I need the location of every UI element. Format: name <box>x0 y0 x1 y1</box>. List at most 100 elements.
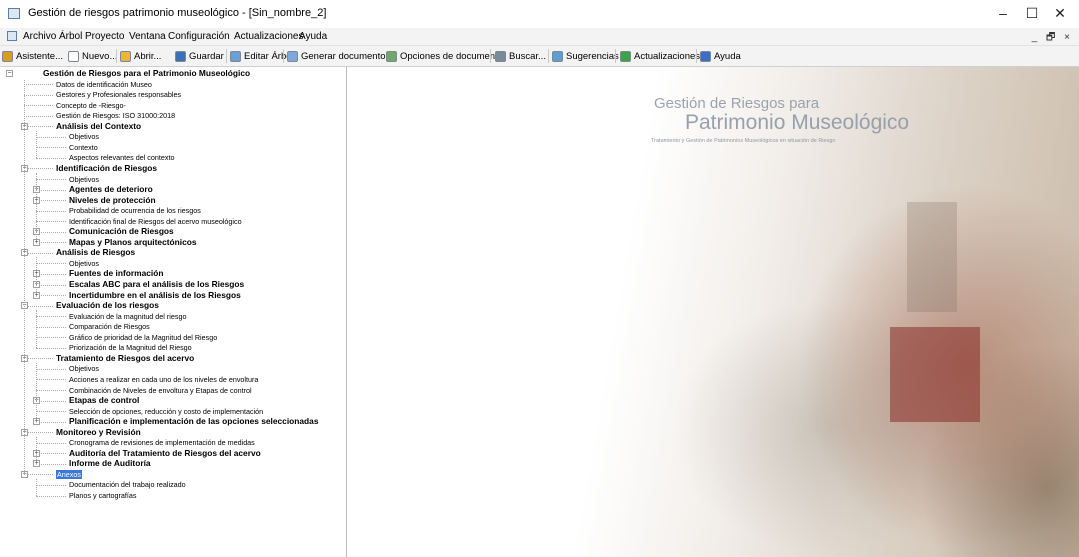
tree-node[interactable]: Datos de identificación Museo <box>56 80 152 89</box>
help-button[interactable]: Ayuda <box>700 48 741 64</box>
tree-connector <box>36 390 66 391</box>
menu-item-configuracion[interactable]: Configuración <box>168 31 230 42</box>
tree-node[interactable]: Incertidumbre en el análisis de los Ries… <box>69 290 241 300</box>
tree-node-label: Niveles de protección <box>69 194 156 205</box>
toolbar-button-label: Nuevo... <box>82 50 118 62</box>
toolbar-separator <box>696 49 697 63</box>
tree-node[interactable]: Identificación final de Riesgos del acer… <box>69 217 242 226</box>
menu-item-arbol[interactable]: Árbol <box>59 31 82 42</box>
tree-node[interactable]: Niveles de protección <box>69 194 156 205</box>
tree-node[interactable]: Evaluación de los riesgos <box>56 301 159 310</box>
collapse-icon[interactable]: − <box>6 70 13 77</box>
tree-node[interactable]: Documentación del trabajo realizado <box>69 480 186 489</box>
wand-button[interactable]: Asistente... <box>2 48 63 64</box>
tree-node[interactable]: Auditoría del Tratamiento de Riesgos del… <box>69 448 261 458</box>
tree-node[interactable]: Objetivos <box>69 132 99 141</box>
tree-node[interactable]: Informe de Auditoría <box>69 459 151 468</box>
tree-guide-line <box>36 310 37 349</box>
tree-node[interactable]: Objetivos <box>69 364 99 373</box>
help-icon <box>700 50 711 62</box>
menu-item-actualizaciones[interactable]: Actualizaciones <box>234 31 303 42</box>
tree-edit-button[interactable]: Editar Árbol <box>230 48 294 64</box>
tree-node-label: Análisis del Contexto <box>56 120 142 131</box>
tree-node[interactable]: Cronograma de revisiones de implementaci… <box>69 438 255 447</box>
tree-node[interactable]: Comparación de Riesgos <box>69 322 150 331</box>
tree-node-label: Aspectos relevantes del contexto <box>69 153 175 163</box>
tree-connector <box>36 147 66 149</box>
maximize-button[interactable]: ☐ <box>1013 0 1051 28</box>
tree-node-label: Gestión de Riesgos para el Patrimonio Mu… <box>43 68 251 78</box>
tree-node[interactable]: Gestores y Profesionales responsables <box>56 90 181 99</box>
tree-guide-line <box>36 436 37 465</box>
tree-node-label: Fuentes de información <box>69 268 164 279</box>
tree-connector <box>36 273 66 275</box>
tree-node[interactable]: Agentes de deterioro <box>69 185 153 194</box>
tree-node[interactable]: Escalas ABC para el análisis de los Ries… <box>69 280 244 289</box>
menu-item-ventana[interactable]: Ventana <box>129 31 166 42</box>
tree-node[interactable]: Análisis del Contexto <box>56 120 142 131</box>
tree-node[interactable]: Acciones a realizar en cada uno de los n… <box>69 375 258 384</box>
new-document-button[interactable]: Nuevo... <box>68 48 117 64</box>
tree-connector <box>36 495 66 497</box>
toolbar-separator <box>116 49 117 63</box>
tree-connector <box>24 305 53 307</box>
save-button[interactable]: Guardar <box>175 48 224 64</box>
tree-node[interactable]: Concepto de -Riesgo- <box>56 101 126 110</box>
menu-item-ayuda[interactable]: Ayuda <box>299 31 327 42</box>
tree-node-label: Contexto <box>69 142 98 152</box>
tree-node[interactable]: Análisis de Riesgos <box>56 248 135 257</box>
toolbar: Asistente... Nuevo... Abrir... Guardar Edita… <box>0 46 1079 67</box>
tree-node[interactable]: Anexos <box>56 469 82 479</box>
suggestions-button[interactable]: Sugerencias <box>552 48 619 64</box>
tree-connector <box>36 210 66 212</box>
tree-connector <box>36 200 66 202</box>
outline-tree[interactable]: − Gestión de Riesgos para el Patrimonio M… <box>0 67 347 557</box>
tree-node[interactable]: Planificación e implementación de las op… <box>69 417 318 426</box>
generate-document-button[interactable]: Generar documento... <box>287 48 393 64</box>
menu-item-archivo[interactable]: Archivo <box>23 31 56 42</box>
tree-node[interactable]: Planos y cartografías <box>69 491 137 500</box>
tree-node[interactable]: Gestión de Riesgos: ISO 31000:2018 <box>56 111 175 120</box>
menu-item-proyecto[interactable]: Proyecto <box>85 31 124 42</box>
tree-node-label: Probabilidad de ocurrencia de los riesgo… <box>69 206 201 216</box>
binoculars-button[interactable]: Buscar... <box>495 48 546 64</box>
tree-connector <box>36 463 66 465</box>
tree-node[interactable]: Tratamiento de Riesgos del acervo <box>56 352 195 363</box>
tree-node[interactable]: Gráfico de prioridad de la Magnitud del … <box>69 333 217 342</box>
tree-node[interactable]: Priorización de la Magnitud del Riesgo <box>69 343 192 352</box>
tree-node[interactable]: Evaluación de la magnitud del riesgo <box>69 312 186 321</box>
tree-connector <box>36 221 66 223</box>
tree-node-label: Etapas de control <box>69 395 140 406</box>
open-folder-button[interactable]: Abrir... <box>120 48 161 64</box>
tree-connector <box>36 411 66 413</box>
tree-node[interactable]: Monitoreo y Revisión <box>56 427 141 437</box>
cover-heading-large: Patrimonio Museológico <box>685 111 910 134</box>
updates-button[interactable]: Actualizaciones <box>620 48 700 64</box>
fresco-background-panel <box>907 202 957 312</box>
tree-node[interactable]: Selección de opciones, reducción y costo… <box>69 407 263 416</box>
tree-node-label: Gestión de Riesgos: ISO 31000:2018 <box>56 111 176 121</box>
tree-node-label: Evaluación de los riesgos <box>56 300 159 311</box>
tree-node-label: Identificación de Riesgos <box>56 162 157 173</box>
tree-node[interactable]: Comunicación de Riesgos <box>69 227 174 236</box>
tree-node[interactable]: Probabilidad de ocurrencia de los riesgo… <box>69 206 201 215</box>
tree-node[interactable]: Etapas de control <box>69 396 139 405</box>
tree-node-label: Comparación de Riesgos <box>69 322 150 332</box>
tree-node-label: Evaluación de la magnitud del riesgo <box>69 311 187 321</box>
tree-node[interactable]: Identificación de Riesgos <box>56 162 157 173</box>
tree-connector <box>24 252 53 254</box>
tree-node[interactable]: Aspectos relevantes del contexto <box>69 153 174 162</box>
tree-node[interactable]: Fuentes de información <box>69 269 163 278</box>
tree-node[interactable]: Contexto <box>69 143 98 152</box>
tree-node-label: Tratamiento de Riesgos del acervo <box>56 352 195 363</box>
document-options-button[interactable]: Opciones de documento <box>386 48 503 64</box>
tree-node[interactable]: Combinación de Niveles de envoltura y Et… <box>69 386 252 395</box>
tree-node[interactable]: Objetivos <box>69 259 99 268</box>
mdi-window-controls[interactable]: _ 🗗 × <box>1032 30 1073 47</box>
tree-node[interactable]: Objetivos <box>69 175 99 184</box>
tree-node[interactable]: Mapas y Planos arquitectónicos <box>69 237 197 247</box>
tree-node[interactable]: Gestión de Riesgos para el Patrimonio Mu… <box>43 69 250 78</box>
tree-node-label: Objetivos <box>69 132 99 142</box>
document-icon[interactable] <box>7 31 17 41</box>
tree-node-label: Anexos <box>56 469 82 479</box>
